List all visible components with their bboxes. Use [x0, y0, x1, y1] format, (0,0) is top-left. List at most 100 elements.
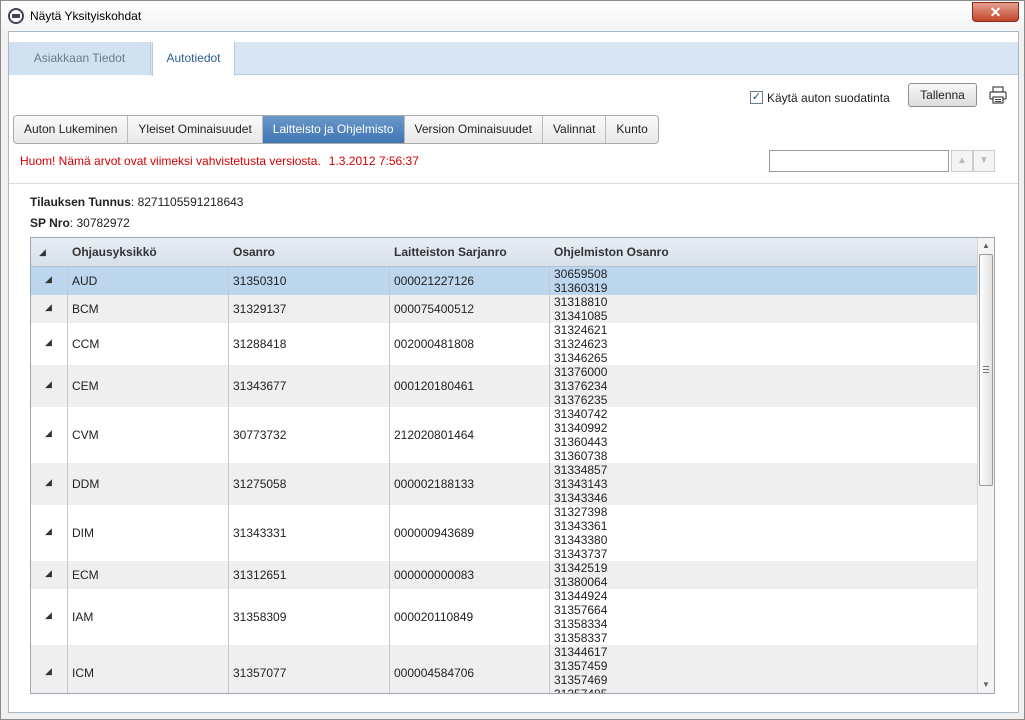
save-button[interactable]: Tallenna: [908, 83, 977, 107]
software-part-number: 31344617: [554, 645, 608, 659]
software-part-numbers-cell: 31342519 31380064: [554, 561, 607, 589]
table-row[interactable]: ◢ IAM 31358309 000020110849 31344924 31357664…: [31, 589, 977, 645]
filter-checkbox[interactable]: ✓: [750, 91, 763, 104]
table-row[interactable]: ◢ AUD 31350310 000021227126 30659508 31360319: [31, 267, 977, 295]
part-number-cell: 31312651: [233, 568, 287, 582]
window-title: Näytä Yksityiskohdat: [30, 9, 142, 23]
control-unit-cell: IAM: [72, 610, 94, 624]
table-row[interactable]: ◢ DDM 31275058 000002188133 31334857 31343143…: [31, 463, 977, 505]
table-row[interactable]: ◢ ECM 31312651 000000000083 31342519 31380064: [31, 561, 977, 589]
part-number-cell: 31329137: [233, 302, 287, 316]
grid-rows: ◢ AUD 31350310 000021227126 30659508 31360319…: [31, 267, 977, 694]
sp-number-value: 30782972: [76, 216, 130, 230]
serial-number-cell: 002000481808: [394, 337, 475, 351]
control-unit-cell: DIM: [72, 526, 94, 540]
hardware-software-grid: ◢ Ohjausyksikkö Osanro Laitteiston Sarja…: [30, 237, 995, 694]
software-part-number: 31341085: [554, 309, 608, 323]
printer-icon[interactable]: [989, 86, 1007, 104]
tab-kunto[interactable]: Kunto: [606, 116, 657, 143]
table-row[interactable]: ◢ BCM 31329137 000075400512 31318810 31341085: [31, 295, 977, 323]
serial-number-cell: 000002188133: [394, 477, 475, 491]
serial-number-cell: 000004584706: [394, 666, 475, 680]
tab-auton-lukeminen[interactable]: Auton Lukeminen: [14, 116, 129, 143]
sp-number: SP Nro: 30782972: [30, 216, 130, 230]
grip-icon: [983, 366, 989, 373]
expand-row-icon[interactable]: ◢: [45, 666, 52, 677]
column-header-serial[interactable]: Laitteiston Sarjanro: [394, 238, 507, 267]
next-match-button[interactable]: ▼: [973, 150, 995, 172]
column-divider: [389, 267, 390, 693]
part-number-cell: 31275058: [233, 477, 287, 491]
previous-match-button[interactable]: ▲: [951, 150, 973, 172]
software-part-numbers-cell: 31327398 31343361 31343380 31343737: [554, 505, 607, 561]
table-row[interactable]: ◢ CEM 31343677 000120180461 31376000 31376234…: [31, 365, 977, 407]
serial-number-cell: 000000943689: [394, 526, 475, 540]
warning-date: 1.3.2012 7:56:37: [328, 154, 419, 168]
search-input[interactable]: [769, 150, 949, 172]
serial-number-cell: 000020110849: [394, 610, 474, 624]
software-part-number: 31346265: [554, 351, 608, 365]
expand-row-icon[interactable]: ◢: [45, 526, 52, 537]
tab-laitteisto-ja-ohjelmisto[interactable]: Laitteisto ja Ohjelmisto: [262, 116, 405, 143]
software-part-number: 31357485: [554, 687, 608, 694]
tab-yleiset-ominaisuudet[interactable]: Yleiset Ominaisuudet: [128, 116, 263, 143]
part-number-cell: 31350310: [233, 274, 287, 288]
column-divider: [67, 267, 68, 693]
software-part-number: 31376234: [554, 379, 608, 393]
expand-all-icon[interactable]: ◢: [39, 238, 46, 267]
column-header-unit[interactable]: Ohjausyksikkö: [72, 238, 157, 267]
tab-valinnat[interactable]: Valinnat: [543, 116, 607, 143]
column-divider: [549, 267, 550, 693]
expand-row-icon[interactable]: ◢: [45, 337, 52, 348]
control-unit-cell: CVM: [72, 428, 99, 442]
tab-version-ominaisuudet[interactable]: Version Ominaisuudet: [405, 116, 543, 143]
part-number-cell: 31343331: [233, 526, 287, 540]
tab-autotiedot[interactable]: Autotiedot: [152, 42, 235, 76]
software-part-number: 30659508: [554, 267, 608, 281]
column-header-part[interactable]: Osanro: [233, 238, 275, 267]
expand-row-icon[interactable]: ◢: [45, 568, 52, 579]
sp-number-label: SP Nro: [30, 216, 70, 230]
part-number-cell: 30773732: [233, 428, 287, 442]
expand-row-icon[interactable]: ◢: [45, 274, 52, 285]
divider: [9, 183, 1018, 184]
software-part-number: 31342519: [554, 561, 608, 575]
expand-row-icon[interactable]: ◢: [45, 379, 52, 390]
grid-header: ◢ Ohjausyksikkö Osanro Laitteiston Sarja…: [31, 238, 977, 267]
control-unit-cell: ICM: [72, 666, 94, 680]
software-part-number: 31340742: [554, 407, 608, 421]
app-logo-icon: [8, 8, 24, 24]
control-unit-cell: ECM: [72, 568, 99, 582]
software-part-numbers-cell: 31318810 31341085: [554, 295, 607, 323]
software-part-number: 31376000: [554, 365, 608, 379]
software-part-numbers-cell: 31376000 31376234 31376235: [554, 365, 607, 407]
details-window: Näytä Yksityiskohdat ✕ Asiakkaan Tiedot …: [0, 0, 1025, 720]
software-part-number: 31334857: [554, 463, 608, 477]
software-part-number: 31344924: [554, 589, 608, 603]
table-row[interactable]: ◢ DIM 31343331 000000943689 31327398 31343361…: [31, 505, 977, 561]
sub-tab-bar: Auton Lukeminen Yleiset Ominaisuudet Lai…: [13, 115, 659, 144]
software-part-number: 31343143: [554, 477, 608, 491]
scroll-up-arrow-icon[interactable]: ▲: [978, 238, 994, 254]
table-row[interactable]: ◢ ICM 31357077 000004584706 31344617 31357459…: [31, 645, 977, 694]
close-button[interactable]: ✕: [972, 2, 1019, 22]
expand-row-icon[interactable]: ◢: [45, 610, 52, 621]
software-part-number: 31357664: [554, 603, 608, 617]
vertical-scrollbar[interactable]: ▲ ▼: [977, 238, 994, 693]
software-part-number: 31380064: [554, 575, 608, 589]
version-warning: Huom! Nämä arvot ovat viimeksi vahvistet…: [20, 154, 419, 168]
scroll-down-arrow-icon[interactable]: ▼: [978, 677, 994, 693]
software-part-number: 31358334: [554, 617, 608, 631]
software-part-number: 31376235: [554, 393, 608, 407]
table-row[interactable]: ◢ CCM 31288418 002000481808 31324621 31324623…: [31, 323, 977, 365]
scrollbar-thumb[interactable]: [979, 254, 993, 486]
control-unit-cell: DDM: [72, 477, 100, 491]
tab-asiakkaan-tiedot[interactable]: Asiakkaan Tiedot: [9, 42, 151, 75]
expand-row-icon[interactable]: ◢: [45, 477, 52, 488]
table-row[interactable]: ◢ CVM 30773732 212020801464 31340742 31340992…: [31, 407, 977, 463]
expand-row-icon[interactable]: ◢: [45, 302, 52, 313]
top-tab-bar: Asiakkaan Tiedot Autotiedot: [9, 42, 1018, 76]
expand-row-icon[interactable]: ◢: [45, 428, 52, 439]
order-id: Tilauksen Tunnus: 8271105591218643: [30, 195, 244, 209]
column-header-software[interactable]: Ohjelmiston Osanro: [554, 238, 669, 267]
